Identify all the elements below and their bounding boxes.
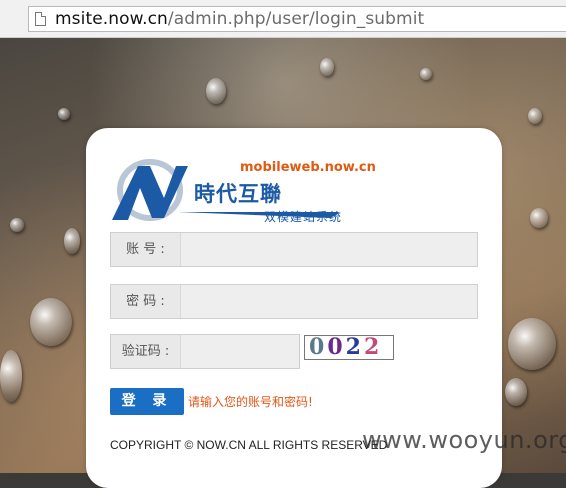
captcha-input[interactable]: [181, 335, 299, 368]
watermark: www.wooyun.org: [362, 426, 566, 454]
account-field: 账 号 :: [110, 232, 478, 267]
water-drop: [58, 108, 70, 120]
logo-system-name: 双模建站系统: [264, 210, 343, 224]
water-drop: [420, 68, 432, 80]
password-input[interactable]: [181, 285, 477, 318]
water-drop: [10, 218, 24, 232]
logo-brand-name: 時代互聯: [194, 181, 282, 206]
water-drop: [30, 298, 72, 346]
url-input[interactable]: msite.now.cn/admin.php/user/login_submit: [28, 6, 566, 32]
error-message: 请输入您的账号和密码!: [188, 395, 313, 409]
captcha-field: 验证码 :: [110, 334, 300, 369]
water-drop: [64, 228, 80, 254]
water-drop: [320, 58, 334, 76]
url-path: /admin.php/user/login_submit: [167, 9, 425, 29]
water-drop: [528, 108, 542, 124]
water-drop: [508, 318, 556, 370]
captcha-char: 0: [327, 335, 343, 360]
captcha-char: 0: [309, 335, 325, 360]
captcha-image[interactable]: 0022: [304, 335, 394, 360]
water-drop: [530, 208, 548, 228]
logo-domain: mobileweb.now.cn: [240, 160, 376, 175]
water-drop: [0, 350, 22, 402]
url-host: msite.now.cn: [55, 9, 168, 29]
account-label: 账 号 :: [111, 233, 181, 266]
captcha-char: 2: [363, 335, 380, 360]
page-icon: [35, 12, 46, 26]
copyright-text: COPYRIGHT © NOW.CN ALL RIGHTS RESERVED: [110, 438, 388, 452]
water-drop: [505, 378, 527, 406]
captcha-label: 验证码 :: [111, 335, 181, 368]
login-button[interactable]: 登 录: [110, 388, 184, 415]
water-drop: [206, 78, 226, 104]
url-text: msite.now.cn/admin.php/user/login_submit: [55, 9, 424, 29]
captcha-char: 2: [345, 335, 361, 360]
password-field: 密 码 :: [110, 284, 478, 319]
password-label: 密 码 :: [111, 285, 181, 318]
browser-address-bar: msite.now.cn/admin.php/user/login_submit: [0, 0, 566, 38]
account-input[interactable]: [181, 233, 477, 266]
logo: mobileweb.now.cn 時代互聯 双模建站系统: [108, 152, 376, 230]
